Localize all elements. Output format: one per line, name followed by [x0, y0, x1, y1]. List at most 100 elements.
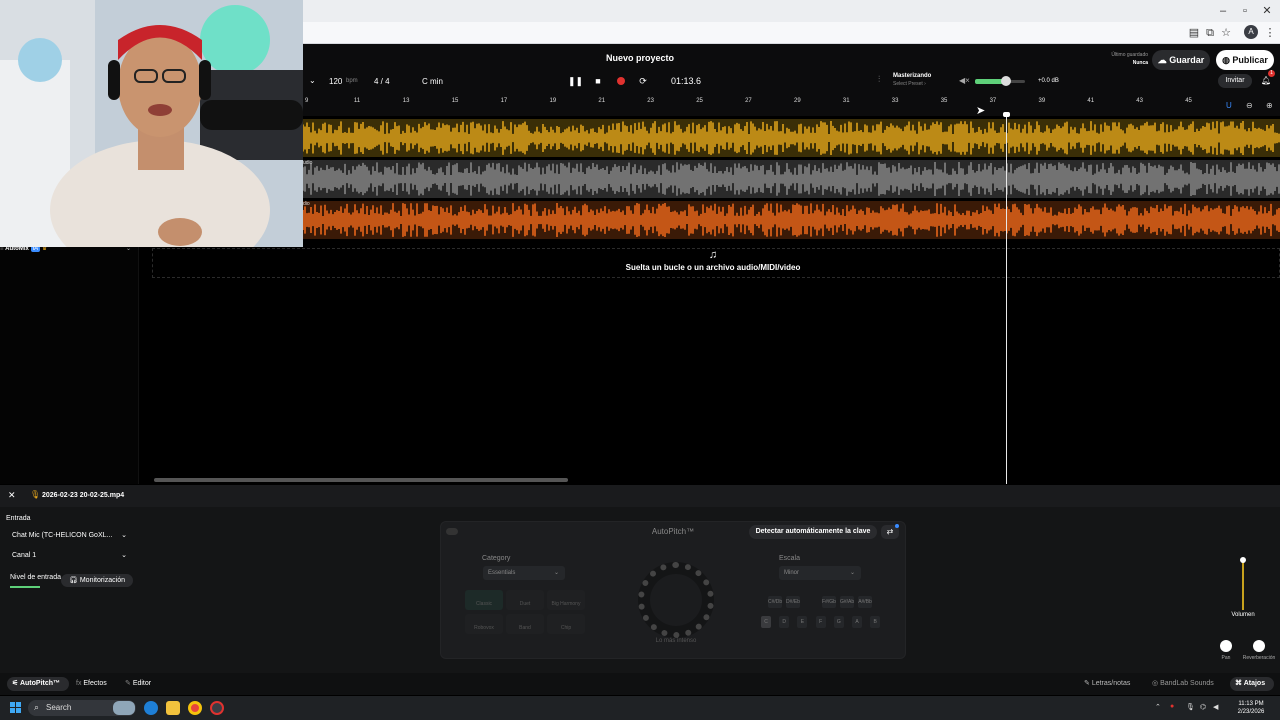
install-icon[interactable]: ⧉: [1202, 25, 1218, 41]
chord-key[interactable]: D#/Eb: [786, 596, 800, 608]
tab-autopitch[interactable]: ⚟ AutoPitch™: [7, 677, 69, 691]
weather-widget-icon[interactable]: [113, 701, 135, 715]
profile-avatar[interactable]: A: [1244, 25, 1258, 39]
project-title[interactable]: Nuevo proyecto: [560, 53, 720, 63]
taskbar-clock[interactable]: 11:13 PM 2/23/2026: [1226, 700, 1276, 716]
webcam-feed-image: [0, 0, 303, 247]
zoom-in-icon[interactable]: ⊕: [1266, 101, 1273, 110]
note-key[interactable]: A: [852, 616, 862, 628]
ruler-tick: 17: [500, 98, 508, 104]
bell-icon[interactable]: 🔔︎: [1261, 76, 1271, 85]
publish-button[interactable]: ◍ Publicar: [1216, 50, 1274, 70]
obs-icon[interactable]: [210, 701, 224, 715]
note-key[interactable]: G: [833, 616, 844, 628]
intensity-knob-center: [650, 574, 702, 626]
master-volume-knob[interactable]: [1001, 76, 1011, 86]
chrome-icon[interactable]: [188, 701, 202, 715]
clock-date: 2/23/2026: [1237, 709, 1265, 715]
chord-key[interactable]: G#/Ab: [840, 596, 854, 608]
magnet-icon[interactable]: U: [1226, 101, 1232, 110]
tray-chevron-icon[interactable]: ⌃: [1155, 703, 1161, 711]
note-key[interactable]: E: [797, 616, 808, 628]
windows-start-icon[interactable]: [10, 702, 21, 713]
maximize-icon[interactable]: ▫: [1236, 3, 1254, 19]
close-window-icon[interactable]: ✕: [1258, 3, 1276, 19]
pan-knob[interactable]: [1220, 640, 1232, 652]
record-button[interactable]: [617, 77, 625, 85]
scrollbar-thumb[interactable]: [154, 478, 568, 482]
loop-button[interactable]: ⟳: [636, 75, 650, 87]
key-selector[interactable]: C min: [422, 77, 443, 86]
tray-app-icon[interactable]: ●: [1170, 703, 1174, 710]
invite-button[interactable]: Invitar: [1218, 74, 1252, 88]
collapse-chevron-icon[interactable]: ⌄: [309, 76, 316, 85]
preset-big-harmony[interactable]: Big Harmony: [547, 590, 585, 610]
bpm-value[interactable]: 120: [329, 77, 342, 86]
tab-editor[interactable]: ✎ Editor: [125, 677, 151, 691]
webcam-overlay: [0, 0, 303, 247]
tab-lyrics[interactable]: ✎ Letras/notas: [1084, 677, 1130, 691]
preset-duet[interactable]: Duet: [506, 590, 544, 610]
input-channel-value: Canal 1: [12, 552, 37, 559]
mastering-preset[interactable]: Select Preset ›: [893, 81, 926, 87]
reverb-knob[interactable]: [1253, 640, 1265, 652]
autopitch-toggle[interactable]: [446, 528, 458, 535]
start-tile: [16, 702, 21, 707]
cast-icon[interactable]: ▤: [1186, 25, 1202, 41]
new-indicator-dot: [895, 524, 899, 528]
headphones-icon: 🎧︎: [69, 577, 80, 584]
input-channel-select[interactable]: Canal 1 ⌄: [7, 549, 133, 563]
preset-robovox[interactable]: Robovox: [465, 614, 503, 634]
playhead-handle[interactable]: [1003, 112, 1010, 117]
chord-key[interactable]: C#/Db: [768, 596, 782, 608]
mastering-label[interactable]: Masterizando: [893, 73, 931, 79]
zoom-out-icon[interactable]: ⊖: [1246, 101, 1253, 110]
preset-chip[interactable]: Chip: [547, 614, 585, 634]
note-key[interactable]: F: [815, 616, 826, 628]
file-bar: [0, 485, 1280, 507]
network-icon[interactable]: ⌬: [1200, 703, 1206, 711]
detect-key-button[interactable]: Detectar automáticamente la clave: [749, 525, 877, 539]
track-volume-handle[interactable]: [1240, 557, 1246, 563]
stop-button[interactable]: ■: [591, 75, 605, 87]
scale-select[interactable]: Minor ⌄: [779, 566, 861, 580]
chord-key[interactable]: A#/Bb: [858, 596, 872, 608]
mic-tray-icon[interactable]: 🎙︎: [1186, 703, 1195, 711]
publish-label: Publicar: [1232, 55, 1268, 65]
edge-icon[interactable]: [144, 701, 158, 715]
track-volume-slider[interactable]: [1242, 560, 1244, 610]
tab-lyrics-label: Letras/notas: [1091, 680, 1131, 687]
file-explorer-icon[interactable]: [166, 701, 180, 715]
track-region-3[interactable]: dio: [303, 201, 1280, 239]
chord-key[interactable]: F#/Gb: [822, 596, 836, 608]
tab-bandlab-sounds[interactable]: ◎ BandLab Sounds: [1152, 677, 1214, 691]
ruler-tick: 41: [1087, 98, 1095, 104]
category-select[interactable]: Essentials ⌄: [483, 566, 565, 580]
track-region-1[interactable]: [303, 119, 1280, 157]
bookmark-star-icon[interactable]: ☆: [1218, 25, 1234, 41]
track-region-2[interactable]: udio: [303, 160, 1280, 198]
input-device-select[interactable]: Chat Mic (TC-HELICON GoXL... ⌄: [7, 529, 133, 543]
note-key[interactable]: D: [779, 616, 790, 628]
time-signature[interactable]: 4 / 4: [374, 77, 390, 86]
playhead[interactable]: [1006, 114, 1007, 484]
preset-classic[interactable]: Classic: [465, 590, 503, 610]
preset-band[interactable]: Band: [506, 614, 544, 634]
knob-label: Lo más intenso: [655, 638, 697, 644]
clock-time: 11:13 PM: [1238, 701, 1264, 707]
pause-button[interactable]: ❚❚: [568, 75, 583, 87]
browser-menu-icon[interactable]: ⋮: [1262, 25, 1278, 41]
save-button[interactable]: ☁ Guardar: [1152, 50, 1210, 70]
timeline-ruler[interactable]: [303, 96, 1280, 116]
mute-speaker-icon[interactable]: ◀×: [959, 76, 970, 85]
close-icon[interactable]: ✕: [8, 490, 16, 501]
speaker-icon[interactable]: ◀︎: [1213, 703, 1218, 711]
scale-label: Escala: [779, 555, 801, 562]
tab-shortcuts[interactable]: ⌘ Atajos: [1230, 677, 1274, 691]
tab-effects[interactable]: fx Efectos: [76, 677, 107, 691]
monitoring-button[interactable]: 🎧︎ Monitorización: [61, 574, 133, 587]
note-key[interactable]: B: [870, 616, 881, 628]
note-key[interactable]: C: [761, 616, 771, 628]
mastering-icon[interactable]: ⫶: [878, 74, 880, 85]
minimize-icon[interactable]: –: [1214, 3, 1232, 19]
